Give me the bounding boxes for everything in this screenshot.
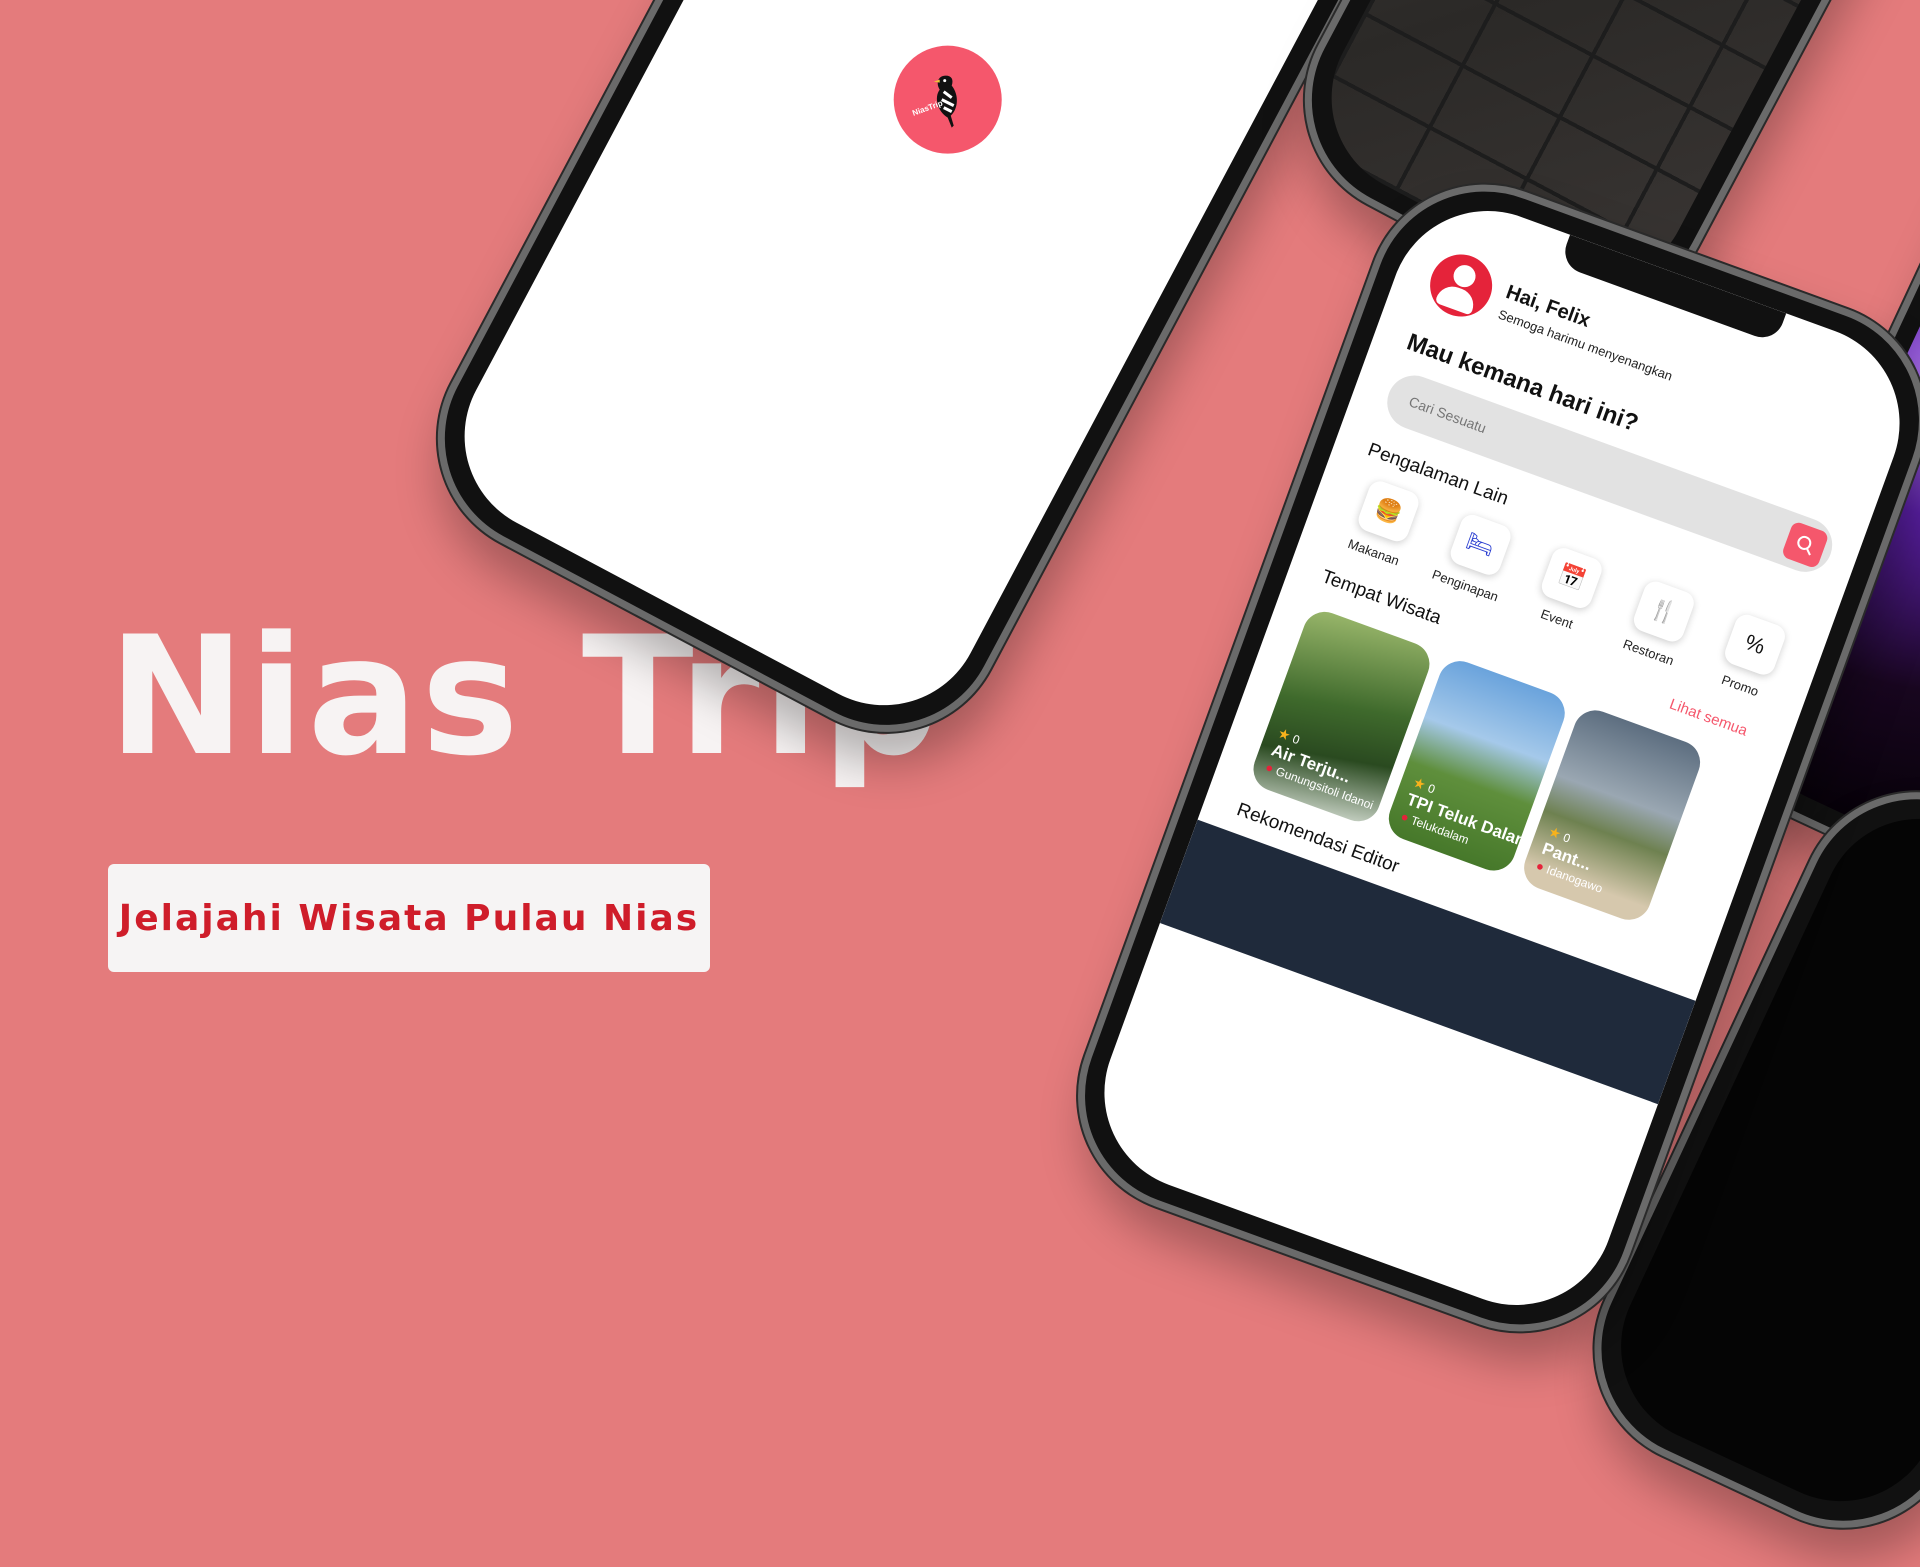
place-info: ★ 0 Pant... ● Idanogawo [1534, 823, 1617, 896]
bed-icon: 🛏 [1446, 511, 1514, 578]
restaurant-icon: 🍴 [1630, 578, 1697, 645]
promo-icon: % [1721, 611, 1789, 679]
app-logo: NiasTrip [893, 45, 1002, 154]
food-icon: 🍔 [1355, 477, 1422, 545]
bird-icon [933, 75, 957, 128]
see-all-link[interactable]: Lihat semua [1667, 696, 1750, 740]
search-button[interactable] [1780, 520, 1830, 570]
search-icon [1797, 535, 1812, 556]
avatar[interactable] [1421, 245, 1501, 326]
calendar-icon: 📅 [1538, 544, 1606, 612]
place-info: ★ 0 Air Terju... ● Gunungsitoli Idanoi [1263, 724, 1388, 812]
hero-tagline: Jelajahi Wisata Pulau Nias [108, 864, 710, 972]
place-info: ★ 0 TPI Teluk Dalam ● Telukdalam [1399, 774, 1539, 867]
